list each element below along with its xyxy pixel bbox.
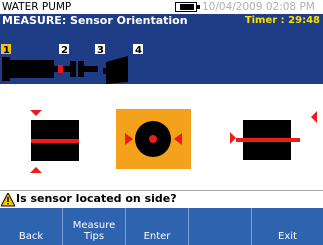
machine-train-icon (2, 56, 128, 84)
back-button[interactable]: Back (0, 208, 63, 245)
status-bar: WATER PUMP 10/04/2009 02:08 PM (0, 0, 323, 14)
exit-button[interactable]: Exit (252, 208, 323, 245)
datetime: 10/04/2009 02:08 PM (202, 1, 315, 13)
softkey-bar: Back Measure Tips Enter Exit (0, 208, 323, 245)
enter-button[interactable]: Enter (126, 208, 189, 245)
step-label-3: 3 (97, 45, 104, 56)
shaft-line-left (31, 139, 79, 143)
step-diagram: 1 2 3 4 (1, 44, 143, 84)
step-label-2: 2 (61, 45, 68, 56)
warning-icon (1, 193, 15, 207)
orientation-diagram (30, 109, 317, 173)
arrow-up-icon (30, 167, 42, 173)
step-label-1: 1 (3, 45, 10, 56)
step-indicator: 1 2 3 4 (0, 44, 323, 84)
header-bar: MEASURE: Sensor Orientation Timer : 29:4… (0, 14, 323, 44)
arrow-left-icon (311, 111, 317, 123)
orientation-options (0, 84, 323, 190)
battery-icon (175, 2, 200, 12)
shaft-line-right (236, 138, 300, 142)
prompt-text: Is sensor located on side? (16, 192, 177, 205)
option-side[interactable] (116, 109, 191, 169)
prompt-bar: Is sensor located on side? (0, 190, 323, 209)
measure-tips-button[interactable]: Measure Tips (63, 208, 126, 245)
arrow-down-icon (30, 110, 42, 116)
timer: Timer : 29:48 (244, 15, 320, 26)
app-title: WATER PUMP (2, 1, 72, 13)
option-top[interactable] (30, 110, 79, 173)
arrow-right-icon (230, 132, 236, 144)
step-label-4: 4 (135, 45, 142, 56)
empty-softkey[interactable] (189, 208, 252, 245)
screen-title: MEASURE: Sensor Orientation (2, 14, 188, 27)
shaft-dot (149, 135, 157, 143)
option-rear[interactable] (230, 111, 317, 160)
